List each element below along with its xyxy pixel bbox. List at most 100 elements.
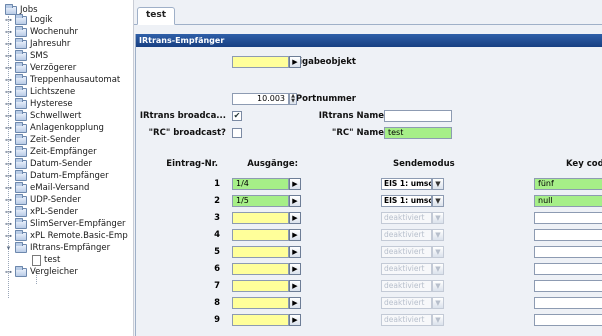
tree-item[interactable]: ⊶ Jahresuhr (4, 37, 70, 50)
expand-icon[interactable]: ⊶ (4, 112, 13, 120)
tree-item[interactable]: ⊶ Datum-Sender (4, 157, 92, 170)
expand-icon[interactable]: ⊶ (4, 208, 13, 216)
folder-icon (15, 61, 27, 73)
broadcast-label: IRtrans broadca... (139, 111, 226, 121)
output-field[interactable] (232, 280, 289, 292)
expand-icon[interactable]: ⊶ (4, 28, 13, 36)
output-button[interactable]: ▶ (289, 314, 301, 326)
output-field[interactable] (232, 297, 289, 309)
sendemodus-select: deaktiviert (381, 212, 432, 224)
expand-icon[interactable]: ⊶ (4, 172, 13, 180)
port-input[interactable]: 10.003 (232, 93, 289, 105)
keycode-input[interactable] (534, 280, 602, 292)
expand-icon[interactable]: ⊶ (4, 136, 13, 144)
folder-icon (15, 181, 27, 193)
expand-icon[interactable]: ⊶ (4, 88, 13, 96)
keycode-input[interactable] (534, 246, 602, 258)
expand-icon[interactable]: ⊶ (4, 232, 13, 240)
folder-icon (15, 97, 27, 109)
output-field[interactable] (232, 212, 289, 224)
tree-item[interactable]: ⊶ Lichtszene (4, 85, 75, 98)
freigabe-button[interactable]: ▶ (289, 56, 301, 68)
sendemodus-dropdown[interactable]: ▼ (432, 195, 444, 207)
tree-item[interactable]: ⊶ Datum-Empfänger (4, 169, 109, 182)
keycode-input[interactable]: fünf (534, 178, 602, 190)
tree-item[interactable]: ⊶ Schwellwert (4, 109, 81, 122)
expand-icon[interactable]: ⊶ (4, 76, 13, 84)
tree-item-label: SlimServer-Empfänger (30, 219, 126, 229)
collapse-icon[interactable]: ▾ (4, 244, 13, 252)
chevron-down-icon: ▼ (435, 248, 441, 256)
rc-name-input[interactable]: test (384, 127, 452, 139)
keycode-input[interactable] (534, 212, 602, 224)
tree-item[interactable]: ⊶ Logik (4, 13, 52, 26)
output-button[interactable]: ▶ (289, 263, 301, 275)
tree-item[interactable]: ⊶ Vergleicher (4, 265, 78, 278)
keycode-input[interactable]: null (534, 195, 602, 207)
output-field[interactable] (232, 229, 289, 241)
output-field[interactable]: 1/4 (232, 178, 289, 190)
expand-icon[interactable]: ⊶ (4, 184, 13, 192)
expand-icon[interactable]: ⊶ (4, 100, 13, 108)
row-number: 9 (214, 315, 220, 325)
tab-test[interactable]: test (137, 7, 176, 25)
expand-icon[interactable]: ⊶ (4, 148, 13, 156)
expand-icon[interactable]: ⊶ (4, 52, 13, 60)
output-button[interactable]: ▶ (289, 297, 301, 309)
sendemodus-dropdown[interactable]: ▼ (432, 178, 444, 190)
chevron-down-icon: ▼ (435, 197, 441, 205)
keycode-input[interactable] (534, 314, 602, 326)
expand-icon[interactable]: ⊶ (4, 40, 13, 48)
tree-item[interactable]: ⊶ Treppenhausautomat (4, 73, 120, 86)
sendemodus-select[interactable]: EIS 1: umsc... (381, 195, 432, 207)
output-field[interactable] (232, 263, 289, 275)
tree-item[interactable]: ⊶ eMail-Versand (4, 181, 89, 194)
output-field[interactable]: 1/5 (232, 195, 289, 207)
tree-item[interactable]: ▾ IRtrans-Empfänger (4, 241, 110, 254)
expand-icon[interactable]: ⊶ (4, 268, 13, 276)
expand-icon[interactable]: ⊶ (4, 124, 13, 132)
file-icon (32, 254, 41, 266)
freigabe-field[interactable] (232, 56, 289, 68)
tree-item-label: SMS (30, 51, 49, 61)
expand-icon[interactable]: ⊶ (4, 16, 13, 24)
tree-item[interactable]: ⊶ xPL-Sender (4, 205, 78, 218)
output-field[interactable] (232, 314, 289, 326)
output-button[interactable]: ▶ (289, 212, 301, 224)
tree-item[interactable]: ⊶ Verzögerer (4, 61, 76, 74)
output-button[interactable]: ▶ (289, 246, 301, 258)
header-sendemodus: Sendemodus (393, 159, 455, 169)
tree-item[interactable]: ⊶ Anlagenkopplung (4, 121, 104, 134)
output-button[interactable]: ▶ (289, 280, 301, 292)
tree-item[interactable]: ⊶ SlimServer-Empfänger (4, 217, 126, 230)
output-button[interactable]: ▶ (289, 229, 301, 241)
rc-broadcast-checkbox[interactable] (232, 128, 242, 138)
sendemodus-select: deaktiviert (381, 280, 432, 292)
output-button[interactable]: ▶ (289, 178, 301, 190)
output-button[interactable]: ▶ (289, 195, 301, 207)
port-spinner[interactable]: ▲ ▼ (289, 93, 297, 105)
row-number: 7 (214, 281, 220, 291)
expand-icon[interactable]: ⊶ (4, 160, 13, 168)
tree-item[interactable]: ⊶ Zeit-Sender (4, 133, 80, 146)
tree-item[interactable]: ⊶ Wochenuhr (4, 25, 78, 38)
broadcast-checkbox[interactable]: ✔ (232, 111, 242, 121)
folder-icon (15, 25, 27, 37)
tree-item-child[interactable]: test (30, 254, 60, 266)
keycode-input[interactable] (534, 297, 602, 309)
tree-item[interactable]: ⊶ UDP-Sender (4, 193, 81, 206)
tree-item[interactable]: ⊶ xPL Remote.Basic-Emp (4, 229, 128, 242)
expand-icon[interactable]: ⊶ (4, 196, 13, 204)
tree-item[interactable]: ⊶ Zeit-Empfänger (4, 145, 97, 158)
sendemodus-select[interactable]: EIS 1: umsc... (381, 178, 432, 190)
output-field[interactable] (232, 246, 289, 258)
keycode-input[interactable] (534, 263, 602, 275)
expand-icon[interactable]: ⊶ (4, 64, 13, 72)
expand-icon[interactable]: ⊶ (4, 220, 13, 228)
keycode-input[interactable] (534, 229, 602, 241)
sendemodus-select: deaktiviert (381, 229, 432, 241)
tree-item-label: UDP-Sender (30, 195, 81, 205)
tree-item[interactable]: ⊶ SMS (4, 49, 49, 62)
irtrans-name-input[interactable] (384, 110, 452, 122)
tree-item[interactable]: ⊶ Hysterese (4, 97, 73, 110)
